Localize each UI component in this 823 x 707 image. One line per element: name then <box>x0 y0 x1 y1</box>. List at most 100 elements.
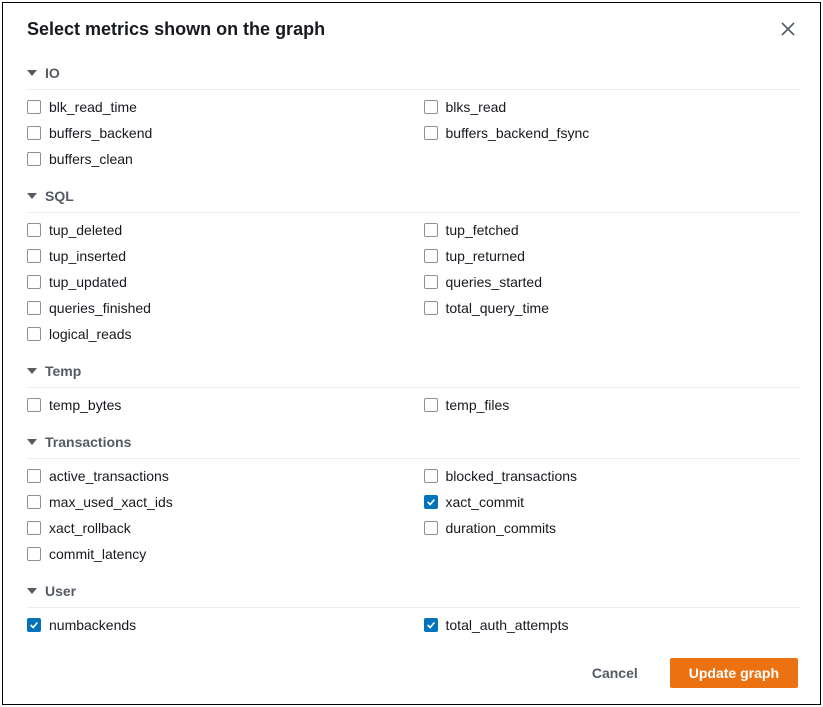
checkbox[interactable] <box>424 100 438 114</box>
metric-label: tup_inserted <box>49 248 126 264</box>
caret-down-icon <box>27 588 37 594</box>
metric-label: temp_bytes <box>49 397 121 413</box>
section-title: Temp <box>45 363 81 379</box>
metric-label: temp_files <box>446 397 510 413</box>
metric-grid: tup_deleted tup_fetched tup_inserted tup_re… <box>27 219 800 353</box>
metric-label: tup_fetched <box>446 222 519 238</box>
metric-item[interactable]: tup_inserted <box>27 245 404 267</box>
metric-item[interactable]: max_used_xact_ids <box>27 491 404 513</box>
section-header[interactable]: SQL <box>27 178 800 210</box>
close-icon <box>781 22 795 36</box>
modal-body-wrap: IOblk_read_timeblks_readbuffers_backendb… <box>3 51 820 644</box>
metric-grid: numbackends total_auth_attempts <box>27 614 800 644</box>
metric-label: buffers_backend_fsync <box>446 125 590 141</box>
section-divider <box>27 387 800 388</box>
metric-item[interactable]: xact_rollback <box>27 517 404 539</box>
metric-label: blks_read <box>446 99 507 115</box>
checkbox[interactable] <box>424 521 438 535</box>
metric-item[interactable]: numbackends <box>27 614 404 636</box>
metric-label: commit_latency <box>49 546 146 562</box>
metric-item[interactable]: total_auth_attempts <box>424 614 801 636</box>
checkbox[interactable] <box>424 301 438 315</box>
section-divider <box>27 607 800 608</box>
section-header[interactable]: Transactions <box>27 424 800 456</box>
metric-label: logical_reads <box>49 326 132 342</box>
checkbox[interactable] <box>27 275 41 289</box>
metric-label: numbackends <box>49 617 136 633</box>
checkbox[interactable] <box>27 126 41 140</box>
cancel-button[interactable]: Cancel <box>574 659 656 687</box>
metric-item[interactable]: duration_commits <box>424 517 801 539</box>
modal-body[interactable]: IOblk_read_timeblks_readbuffers_backendb… <box>3 51 820 644</box>
metric-grid: active_transactions blocked_transactionsm… <box>27 465 800 573</box>
caret-down-icon <box>27 70 37 76</box>
metric-label: tup_returned <box>446 248 525 264</box>
metric-item[interactable]: buffers_clean <box>27 148 404 170</box>
checkbox[interactable] <box>424 275 438 289</box>
metric-label: tup_updated <box>49 274 127 290</box>
section-divider <box>27 458 800 459</box>
checkbox[interactable] <box>27 469 41 483</box>
metric-item[interactable]: blk_read_time <box>27 96 404 118</box>
metric-item[interactable]: temp_files <box>424 394 801 416</box>
metric-label: buffers_backend <box>49 125 152 141</box>
metric-item[interactable]: blks_read <box>424 96 801 118</box>
metric-item[interactable]: blocked_transactions <box>424 465 801 487</box>
checkbox[interactable] <box>424 126 438 140</box>
metric-item[interactable]: tup_fetched <box>424 219 801 241</box>
checkbox[interactable] <box>424 618 438 632</box>
metric-label: total_query_time <box>446 300 550 316</box>
section-title: User <box>45 583 76 599</box>
metric-item[interactable]: tup_returned <box>424 245 801 267</box>
metric-item[interactable]: commit_latency <box>27 543 404 565</box>
checkbox[interactable] <box>27 152 41 166</box>
metric-item[interactable]: xact_commit <box>424 491 801 513</box>
checkbox[interactable] <box>27 249 41 263</box>
close-button[interactable] <box>776 17 800 41</box>
metric-label: queries_started <box>446 274 543 290</box>
checkbox[interactable] <box>27 327 41 341</box>
checkbox[interactable] <box>27 495 41 509</box>
metric-item[interactable]: queries_started <box>424 271 801 293</box>
metric-item[interactable]: tup_deleted <box>27 219 404 241</box>
section-header[interactable]: IO <box>27 55 800 87</box>
metric-grid: temp_bytes temp_files <box>27 394 800 424</box>
metric-item[interactable]: active_transactions <box>27 465 404 487</box>
metric-item[interactable]: queries_finished <box>27 297 404 319</box>
metric-label: xact_commit <box>446 494 525 510</box>
checkbox[interactable] <box>27 618 41 632</box>
checkbox[interactable] <box>424 223 438 237</box>
checkbox[interactable] <box>424 398 438 412</box>
checkbox[interactable] <box>27 223 41 237</box>
metric-item[interactable]: logical_reads <box>27 323 404 345</box>
metric-label: tup_deleted <box>49 222 122 238</box>
modal-title: Select metrics shown on the graph <box>27 19 325 40</box>
metric-item[interactable]: buffers_backend_fsync <box>424 122 801 144</box>
checkbox[interactable] <box>424 469 438 483</box>
caret-down-icon <box>27 368 37 374</box>
checkbox[interactable] <box>27 301 41 315</box>
checkbox[interactable] <box>424 249 438 263</box>
caret-down-icon <box>27 439 37 445</box>
section-header[interactable]: User <box>27 573 800 605</box>
update-graph-button[interactable]: Update graph <box>670 658 798 688</box>
metric-grid: blk_read_timeblks_readbuffers_backendbuf… <box>27 96 800 178</box>
metric-item[interactable]: tup_updated <box>27 271 404 293</box>
section-title: IO <box>45 65 60 81</box>
metric-item[interactable]: buffers_backend <box>27 122 404 144</box>
section-divider <box>27 212 800 213</box>
metric-item[interactable]: total_query_time <box>424 297 801 319</box>
checkbox[interactable] <box>27 547 41 561</box>
metric-label: xact_rollback <box>49 520 131 536</box>
section-title: SQL <box>45 188 74 204</box>
checkbox[interactable] <box>424 495 438 509</box>
modal-header: Select metrics shown on the graph <box>3 3 820 51</box>
checkbox[interactable] <box>27 521 41 535</box>
metric-label: active_transactions <box>49 468 169 484</box>
section-title: Transactions <box>45 434 131 450</box>
metric-label: buffers_clean <box>49 151 133 167</box>
checkbox[interactable] <box>27 100 41 114</box>
section-header[interactable]: Temp <box>27 353 800 385</box>
metric-item[interactable]: temp_bytes <box>27 394 404 416</box>
checkbox[interactable] <box>27 398 41 412</box>
